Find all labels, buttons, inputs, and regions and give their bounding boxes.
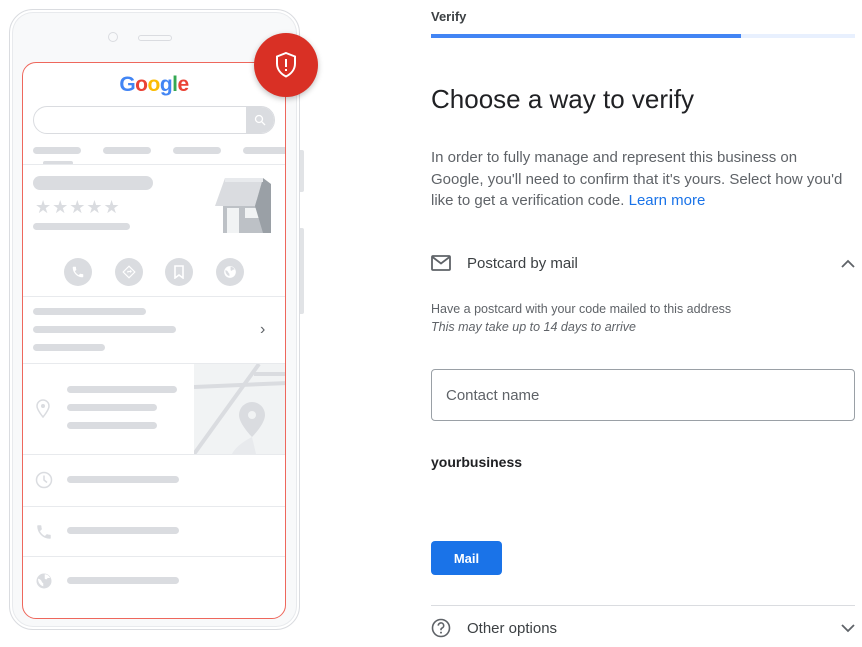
- directions-icon: [114, 258, 143, 286]
- placeholder-line: [67, 476, 179, 483]
- divider: [23, 164, 285, 165]
- postcard-section-header[interactable]: Postcard by mail: [431, 248, 855, 278]
- placeholder-line: [67, 386, 177, 393]
- rating-stars: ★★★★★: [35, 197, 121, 217]
- contact-name-input[interactable]: [431, 369, 855, 421]
- search-icon: [246, 107, 274, 133]
- chevron-right-icon: ›: [260, 321, 266, 338]
- phone-icon: [63, 258, 92, 286]
- progress-fill: [431, 34, 741, 38]
- mail-icon: [431, 255, 451, 271]
- map-thumbnail: [194, 364, 285, 454]
- phone-side-button: [300, 228, 304, 314]
- divider: [23, 296, 285, 297]
- location-pin-icon: [36, 399, 50, 419]
- phone-side-button: [300, 150, 304, 192]
- placeholder-line: [33, 147, 81, 154]
- mock-search-bar: [33, 106, 275, 134]
- help-icon: [431, 618, 451, 638]
- placeholder-line: [103, 147, 151, 154]
- divider: [23, 506, 285, 507]
- globe-icon: [216, 258, 245, 286]
- other-options-label: Other options: [467, 619, 558, 637]
- action-row: [23, 258, 285, 286]
- step-progress-bar: [431, 34, 855, 38]
- placeholder-line: [173, 147, 221, 154]
- clock-icon: [35, 471, 53, 489]
- bookmark-icon: [165, 258, 194, 286]
- placeholder-line: [67, 577, 179, 584]
- placeholder-line: [67, 422, 157, 429]
- page-description: In order to fully manage and represent t…: [431, 149, 843, 209]
- step-label: Verify: [431, 9, 467, 24]
- phone-screen: Google ★★★★★ ›: [22, 62, 286, 619]
- placeholder-line: [67, 404, 157, 411]
- alert-badge: [254, 33, 318, 97]
- other-options-header[interactable]: Other options: [431, 613, 855, 643]
- phone-camera: [108, 32, 118, 42]
- section-divider: [431, 605, 855, 606]
- page-title: Choose a way to verify: [431, 84, 695, 114]
- placeholder-line: [33, 344, 105, 351]
- placeholder-line: [67, 527, 179, 534]
- phone-icon: [37, 525, 51, 539]
- postcard-section-label: Postcard by mail: [467, 254, 578, 272]
- storefront-icon: [215, 178, 271, 233]
- shield-alert-icon: [276, 52, 296, 78]
- placeholder-line: [33, 308, 146, 315]
- business-name: yourbusiness: [431, 454, 523, 470]
- chevron-down-icon[interactable]: [841, 623, 855, 633]
- placeholder-title: [33, 176, 153, 190]
- placeholder-line: [33, 326, 176, 333]
- google-logo: Google: [119, 73, 189, 96]
- learn-more-link[interactable]: Learn more: [629, 192, 706, 209]
- postcard-subtitle: Have a postcard with your code mailed to…: [431, 302, 732, 316]
- phone-speaker: [138, 35, 172, 41]
- globe-icon: [36, 573, 52, 589]
- postcard-delivery-note: This may take up to 14 days to arrive: [431, 320, 636, 334]
- divider: [23, 454, 285, 455]
- placeholder-line: [33, 223, 130, 230]
- chevron-up-icon[interactable]: [841, 259, 855, 268]
- mail-button[interactable]: Mail: [431, 541, 502, 575]
- placeholder-line: [243, 147, 285, 154]
- divider: [23, 556, 285, 557]
